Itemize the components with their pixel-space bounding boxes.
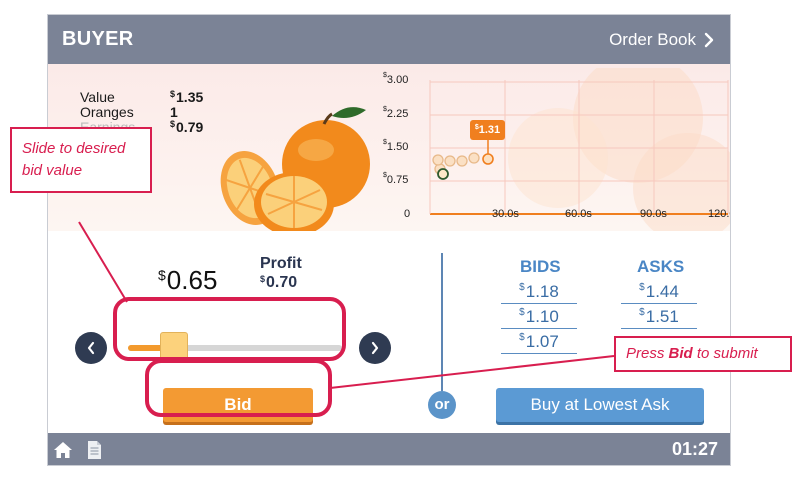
profit-display: Profit $0.70 [260,255,302,292]
bids-header: BIDS [520,257,561,276]
document-icon[interactable] [85,440,103,460]
bid-hint-callout: Press Bid to submit [614,336,792,372]
profit-label: Profit [260,255,302,272]
value-amount: $1.35 [170,89,204,105]
asks-header: ASKS [637,257,685,276]
y-tick-label: $3.00 [383,72,409,86]
divider [441,253,443,391]
x-tick-label: 60.0s [565,208,592,220]
oranges-count: 1 [170,104,178,120]
home-icon[interactable] [53,440,73,460]
ask-entry[interactable]: $1.44 [621,280,697,304]
x-tick-label: 30.0s [492,208,519,220]
y-tick-label: $2.25 [383,106,409,120]
profit-amount: $0.70 [260,274,298,291]
chevron-right-icon [371,341,379,355]
ask-entry[interactable]: $1.51 [621,305,697,329]
bid-entry[interactable]: $1.10 [501,305,577,329]
bid-slider-handle[interactable] [160,332,188,360]
role-title: BUYER [62,28,134,50]
bid-entry[interactable]: $1.18 [501,280,577,304]
y-tick-label: 0 [404,208,411,220]
slider-hint-callout: Slide to desired bid value [10,127,152,193]
oranges-label: Oranges [80,104,134,120]
app-window: BUYER Order Book Value$1.35 Oranges1 Ear… [47,14,731,466]
last-price-tag: $1.31 [470,120,505,140]
value-label: Value [80,89,115,105]
bid-value: $0.65 [158,265,218,295]
top-bar: BUYER Order Book [48,15,730,64]
y-tick-label: $1.50 [383,139,409,153]
chevron-left-icon [87,341,95,355]
buy-at-lowest-ask-button[interactable]: Buy at Lowest Ask [496,388,704,422]
order-book-label: Order Book [609,30,696,49]
x-tick-label: 90.0s [640,208,667,220]
or-badge: or [428,391,456,419]
y-tick-label: $0.75 [383,172,409,186]
decrease-bid-button[interactable] [75,332,107,364]
bid-entry[interactable]: $1.07 [501,330,577,354]
x-tick-label: 120.0s [708,208,730,220]
oranges-illustration [220,107,370,236]
price-chart: $3.00 $2.25 $1.50 $0.75 0 30.0s 60.0s 90… [378,68,730,231]
bid-button[interactable]: Bid [163,388,313,422]
chevron-right-icon [704,32,714,48]
increase-bid-button[interactable] [359,332,391,364]
bid-controls: $0.65 Profit $0.70 Bid or BIDS ASKS $1.1… [48,231,730,431]
countdown-timer: 01:27 [671,439,718,459]
order-book-link[interactable]: Order Book [609,30,714,50]
bottom-bar: 01:27 [48,433,730,465]
earnings-amount: $0.79 [170,119,204,135]
